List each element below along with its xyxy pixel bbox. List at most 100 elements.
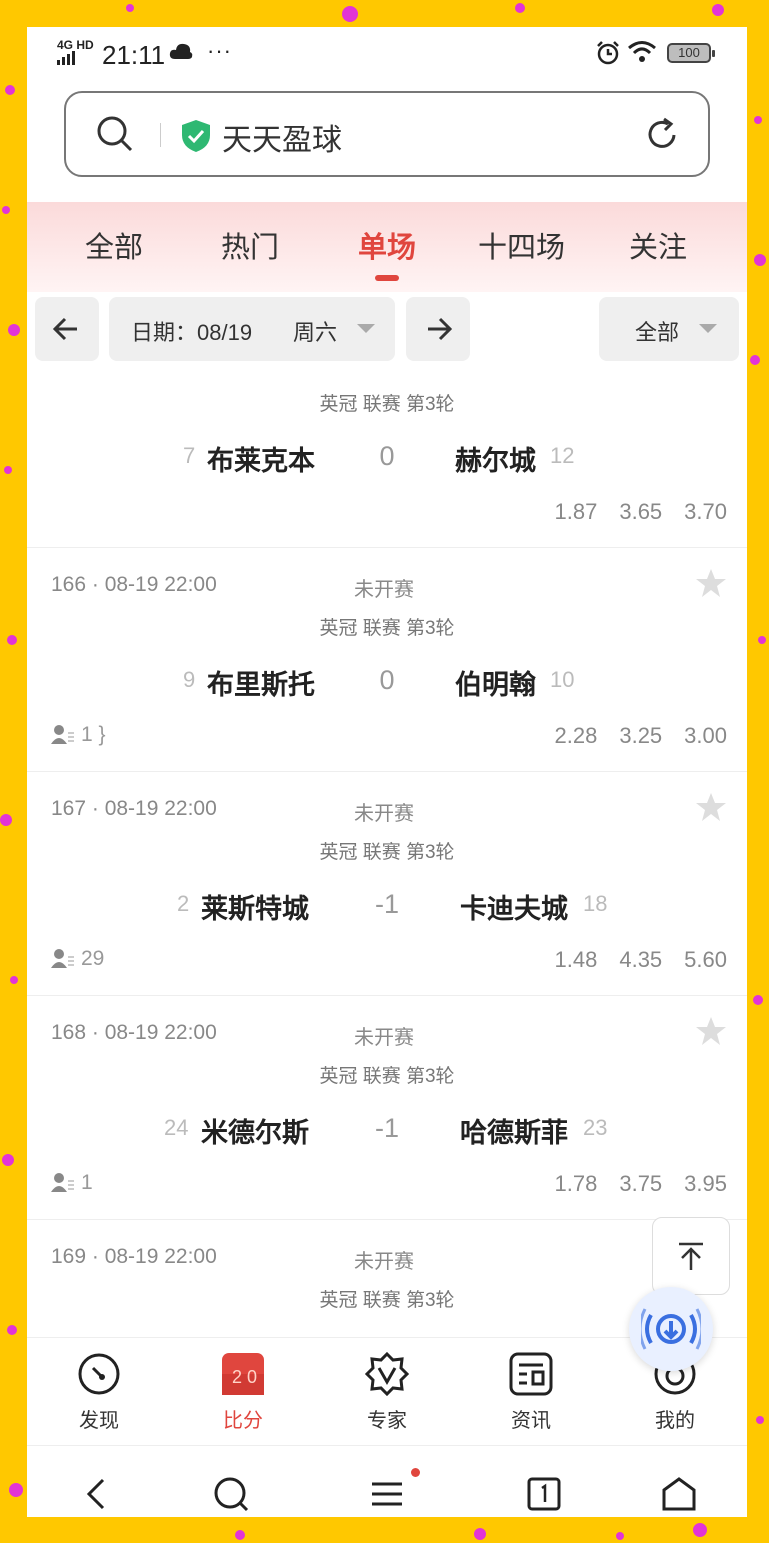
home-rank: 7 (183, 443, 196, 468)
followers-count: 1 (81, 1171, 93, 1194)
odds-draw[interactable]: 3.75 (619, 1171, 662, 1196)
date-label: 日期：08/19 (131, 320, 253, 345)
tabs-icon[interactable] (526, 1476, 562, 1512)
search-icon[interactable] (96, 115, 134, 153)
match-card[interactable]: 168 · 08-19 22:00 未开赛 英冠 联赛 第3轮 24 米德尔斯 … (27, 995, 747, 1220)
odds-draw[interactable]: 3.25 (619, 723, 662, 748)
match-status: 未开赛 (354, 1251, 414, 1273)
nav-news[interactable]: 资讯 (459, 1338, 603, 1446)
user-list-icon (51, 949, 74, 969)
odds-lose[interactable]: 3.00 (684, 723, 727, 748)
chevron-down-icon (357, 324, 375, 333)
search-bar[interactable]: 天天盈球 (64, 91, 710, 177)
scope-selector[interactable]: 全部 (599, 297, 739, 361)
odds-lose[interactable]: 5.60 (684, 947, 727, 972)
active-tab-indicator (375, 275, 399, 281)
match-followers: 29 (51, 947, 104, 971)
home-icon[interactable] (661, 1476, 697, 1512)
match-odds: 1.87 3.65 3.70 (533, 499, 727, 525)
home-rank: 2 (177, 891, 190, 916)
tab-all[interactable]: 全部 (85, 224, 143, 266)
weather-cloud-icon (169, 43, 193, 59)
tab-fourteen[interactable]: 十四场 (478, 224, 565, 266)
user-list-icon (51, 725, 74, 745)
match-status: 未开赛 (354, 803, 414, 825)
away-rank: 12 (550, 443, 575, 468)
odds-win[interactable]: 1.48 (555, 947, 598, 972)
signal-text: 4G HD (57, 38, 94, 52)
battery-indicator: 100 (667, 43, 715, 63)
nav-label: 发现 (79, 1410, 119, 1432)
match-card[interactable]: 166 · 08-19 22:00 未开赛 英冠 联赛 第3轮 9 布里斯托 0… (27, 547, 747, 772)
home-team: 莱斯特城 (201, 894, 309, 924)
odds-lose[interactable]: 3.95 (684, 1171, 727, 1196)
menu-icon[interactable] (369, 1476, 405, 1512)
notification-dot (411, 1468, 420, 1477)
nav-expert[interactable]: 专家 (315, 1338, 459, 1446)
match-status: 未开赛 (354, 1027, 414, 1049)
star-icon[interactable] (695, 567, 727, 599)
handicap: 0 (379, 665, 395, 695)
news-icon (509, 1352, 553, 1396)
odds-draw[interactable]: 4.35 (619, 947, 662, 972)
star-icon[interactable] (695, 1015, 727, 1047)
followers-count: 29 (81, 947, 105, 970)
chevron-down-icon (699, 324, 717, 333)
next-date-button[interactable] (406, 297, 470, 361)
match-number-time: 168 · 08-19 22:00 (51, 1021, 217, 1044)
back-icon[interactable] (79, 1476, 115, 1512)
refresh-icon[interactable] (644, 117, 680, 153)
match-status: 未开赛 (354, 579, 414, 601)
tab-follow[interactable]: 关注 (629, 224, 687, 266)
match-number-time: 167 · 08-19 22:00 (51, 797, 217, 820)
star-icon[interactable] (695, 791, 727, 823)
weekday-label: 周六 (293, 320, 338, 345)
arrow-up-icon (679, 1242, 703, 1270)
wifi-icon (628, 41, 656, 62)
match-odds: 1.78 3.75 3.95 (533, 1171, 727, 1197)
match-number-time: 166 · 08-19 22:00 (51, 573, 217, 596)
date-filter-row: 日期：08/19 周六 全部 (27, 297, 747, 367)
away-team: 赫尔城 (455, 446, 536, 476)
odds-lose[interactable]: 3.70 (684, 499, 727, 524)
category-tabs: 全部 热门 单场 十四场 关注 (27, 202, 747, 292)
odds-win[interactable]: 1.87 (555, 499, 598, 524)
home-team: 米德尔斯 (201, 1118, 309, 1148)
tab-single[interactable]: 单场 (358, 224, 416, 266)
odds-win[interactable]: 1.78 (555, 1171, 598, 1196)
tab-hot[interactable]: 热门 (221, 224, 279, 266)
download-signal-icon (641, 1308, 701, 1350)
odds-draw[interactable]: 3.65 (619, 499, 662, 524)
scroll-to-top-button[interactable] (652, 1217, 730, 1295)
match-league: 英冠 联赛 第3轮 (319, 1066, 455, 1087)
away-rank: 18 (583, 891, 608, 916)
search-site-title: 天天盈球 (222, 124, 342, 157)
alarm-icon (597, 41, 619, 65)
nav-discover[interactable]: 发现 (27, 1338, 171, 1446)
home-rank: 9 (183, 667, 196, 692)
scoreboard-badge: 2 0 (232, 1367, 257, 1387)
nav-label: 我的 (655, 1410, 695, 1432)
odds-win[interactable]: 2.28 (555, 723, 598, 748)
prev-date-button[interactable] (35, 297, 99, 361)
handicap: -1 (374, 1113, 399, 1143)
match-followers: 1 (51, 1171, 93, 1195)
shield-check-icon (182, 120, 210, 152)
system-navigation (27, 1445, 747, 1517)
live-stream-button[interactable] (629, 1287, 713, 1371)
away-team: 哈德斯菲 (460, 1118, 568, 1148)
search-icon[interactable] (213, 1476, 249, 1512)
phone-screen: 4G HD 21:11 ··· 100 天天盈球 全部 热门 单场 十四场 关注… (27, 27, 747, 1517)
scoreboard-icon: 2 0 (222, 1353, 264, 1395)
nav-score[interactable]: 2 0 比分 (171, 1338, 315, 1446)
away-team: 伯明翰 (455, 670, 536, 700)
date-selector[interactable]: 日期：08/19 周六 (109, 297, 395, 361)
status-more: ··· (207, 38, 232, 63)
match-card[interactable]: 167 · 08-19 22:00 未开赛 英冠 联赛 第3轮 2 莱斯特城 -… (27, 771, 747, 996)
handicap: 0 (379, 441, 395, 471)
match-league: 英冠 联赛 第3轮 (319, 842, 455, 863)
signal-indicator: 4G HD (57, 39, 94, 67)
away-rank: 23 (583, 1115, 608, 1140)
arrow-right-icon (428, 317, 452, 341)
match-card[interactable]: 英冠 联赛 第3轮 7 布莱克本 0 赫尔城 12 1.87 3.65 3.70 (27, 369, 747, 548)
